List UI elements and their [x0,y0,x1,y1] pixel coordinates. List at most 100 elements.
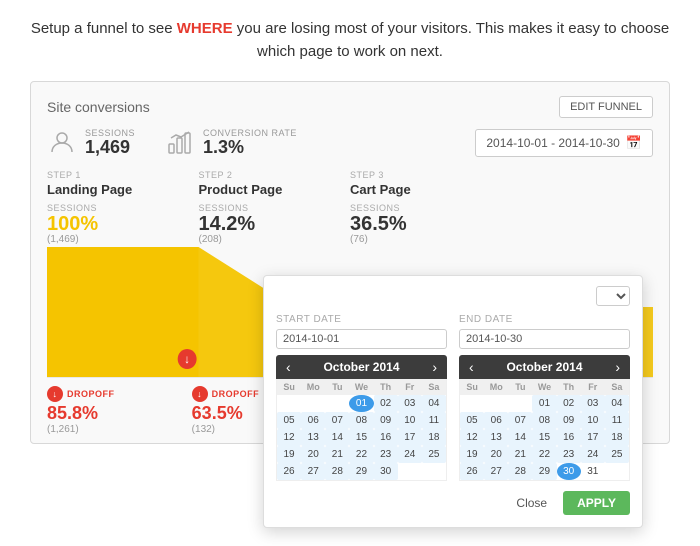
card-header: Site conversions EDIT FUNNEL [47,96,653,118]
dp-day-17[interactable]: 15 [532,429,556,446]
dp-wday-tu-r: Tu [508,379,532,395]
dp-day-22[interactable]: 20 [484,446,508,463]
dp-day-32[interactable]: 30 [557,463,581,480]
dp-day-15[interactable]: 13 [301,429,325,446]
dp-day-15[interactable]: 13 [484,429,508,446]
dp-day-30[interactable]: 28 [508,463,532,480]
dp-start-input[interactable] [276,329,447,349]
dp-day-17[interactable]: 15 [349,429,373,446]
dp-day-30[interactable]: 28 [325,463,349,480]
dp-day-20[interactable]: 18 [605,429,629,446]
dp-day-19[interactable]: 17 [581,429,605,446]
dp-day-14[interactable]: 12 [277,429,301,446]
dp-day-4[interactable]: 02 [374,395,398,412]
dp-day-6[interactable]: 04 [605,395,629,412]
dp-left-cal-header: ‹ October 2014 › [276,355,447,379]
dp-day-23[interactable]: 21 [325,446,349,463]
dp-day-1 [301,395,325,412]
dp-day-29[interactable]: 27 [301,463,325,480]
dp-left-next-button[interactable]: › [430,359,439,375]
dp-day-26[interactable]: 24 [581,446,605,463]
step-label-3: STEP 3 [350,170,494,180]
dp-day-31[interactable]: 29 [349,463,373,480]
sessions-icon [47,128,77,158]
dp-day-21[interactable]: 19 [277,446,301,463]
dp-day-3[interactable]: 01 [349,395,373,412]
sessions-label-3: SESSIONS [350,203,494,213]
dp-day-10[interactable]: 08 [349,412,373,429]
dp-wday-th-l: Th [374,379,398,395]
dp-day-28[interactable]: 26 [277,463,301,480]
dp-day-12[interactable]: 10 [581,412,605,429]
dp-day-20[interactable]: 18 [422,429,446,446]
dp-day-7[interactable]: 05 [277,412,301,429]
dp-day-4[interactable]: 02 [557,395,581,412]
dp-day-24[interactable]: 22 [532,446,556,463]
dp-day-6[interactable]: 04 [422,395,446,412]
dp-apply-button[interactable]: APPLY [563,491,630,515]
dp-day-18[interactable]: 16 [374,429,398,446]
dp-day-32[interactable]: 30 [374,463,398,480]
dp-day-7[interactable]: 05 [460,412,484,429]
dp-day-31[interactable]: 29 [532,463,556,480]
dp-day-13[interactable]: 11 [605,412,629,429]
dropoff-pct-1: 85.8% [47,404,184,424]
dp-right-next-button[interactable]: › [613,359,622,375]
dp-daterange-row [276,286,630,306]
funnel-steps: STEP 1 Landing Page STEP 2 Product Page … [47,170,653,197]
headline: Setup a funnel to see WHERE you are losi… [30,18,670,63]
dp-day-5[interactable]: 03 [581,395,605,412]
dp-day-27[interactable]: 25 [422,446,446,463]
dp-day-10[interactable]: 08 [532,412,556,429]
step-name-2: Product Page [199,182,343,197]
dp-wday-we-r: We [532,379,556,395]
dp-day-9[interactable]: 07 [325,412,349,429]
dp-day-16[interactable]: 14 [325,429,349,446]
dp-day-13[interactable]: 11 [422,412,446,429]
dp-end-input[interactable] [459,329,630,349]
dp-day-26[interactable]: 24 [398,446,422,463]
dp-day-11[interactable]: 09 [557,412,581,429]
dp-wday-sa-r: Sa [605,379,629,395]
dp-day-2 [325,395,349,412]
dp-footer: Close APPLY [276,491,630,515]
dp-day-22[interactable]: 20 [301,446,325,463]
sessions-label-1: SESSIONS [47,203,191,213]
dp-close-button[interactable]: Close [508,492,555,514]
dp-day-8[interactable]: 06 [484,412,508,429]
sessions-metric: SESSIONS 1,469 [47,128,135,158]
sessions-col-1: SESSIONS 100% (1,469) [47,203,199,245]
dp-left-prev-button[interactable]: ‹ [284,359,293,375]
dp-day-23[interactable]: 21 [508,446,532,463]
date-range-display[interactable]: 2014-10-01 - 2014-10-30 📅 [475,129,653,157]
dp-day-24[interactable]: 22 [349,446,373,463]
dp-day-11[interactable]: 09 [374,412,398,429]
dp-day-25[interactable]: 23 [374,446,398,463]
dp-right-prev-button[interactable]: ‹ [467,359,476,375]
dp-day-28[interactable]: 26 [460,463,484,480]
dp-day-12[interactable]: 10 [398,412,422,429]
dp-day-9[interactable]: 07 [508,412,532,429]
dp-day-25[interactable]: 23 [557,446,581,463]
sessions-count-2: (208) [199,234,343,245]
sessions-metric-text: SESSIONS 1,469 [85,128,135,158]
step-label-2: STEP 2 [199,170,343,180]
dp-day-29[interactable]: 27 [484,463,508,480]
edit-funnel-button[interactable]: EDIT FUNNEL [559,96,653,118]
dp-day-14[interactable]: 12 [460,429,484,446]
dp-day-3[interactable]: 01 [532,395,556,412]
svg-text:↓: ↓ [184,353,190,366]
dp-day-21[interactable]: 19 [460,446,484,463]
dp-daterange-select[interactable] [596,286,630,306]
dp-day-19[interactable]: 17 [398,429,422,446]
step-label-1: STEP 1 [47,170,191,180]
card-title: Site conversions [47,99,150,115]
site-conversions-card: Site conversions EDIT FUNNEL SESSIONS 1,… [30,81,670,444]
dp-day-33[interactable]: 31 [581,463,605,480]
dp-day-5[interactable]: 03 [398,395,422,412]
dp-day-16[interactable]: 14 [508,429,532,446]
dp-wday-th-r: Th [557,379,581,395]
dp-day-27[interactable]: 25 [605,446,629,463]
dp-day-18[interactable]: 16 [557,429,581,446]
dp-day-8[interactable]: 06 [301,412,325,429]
